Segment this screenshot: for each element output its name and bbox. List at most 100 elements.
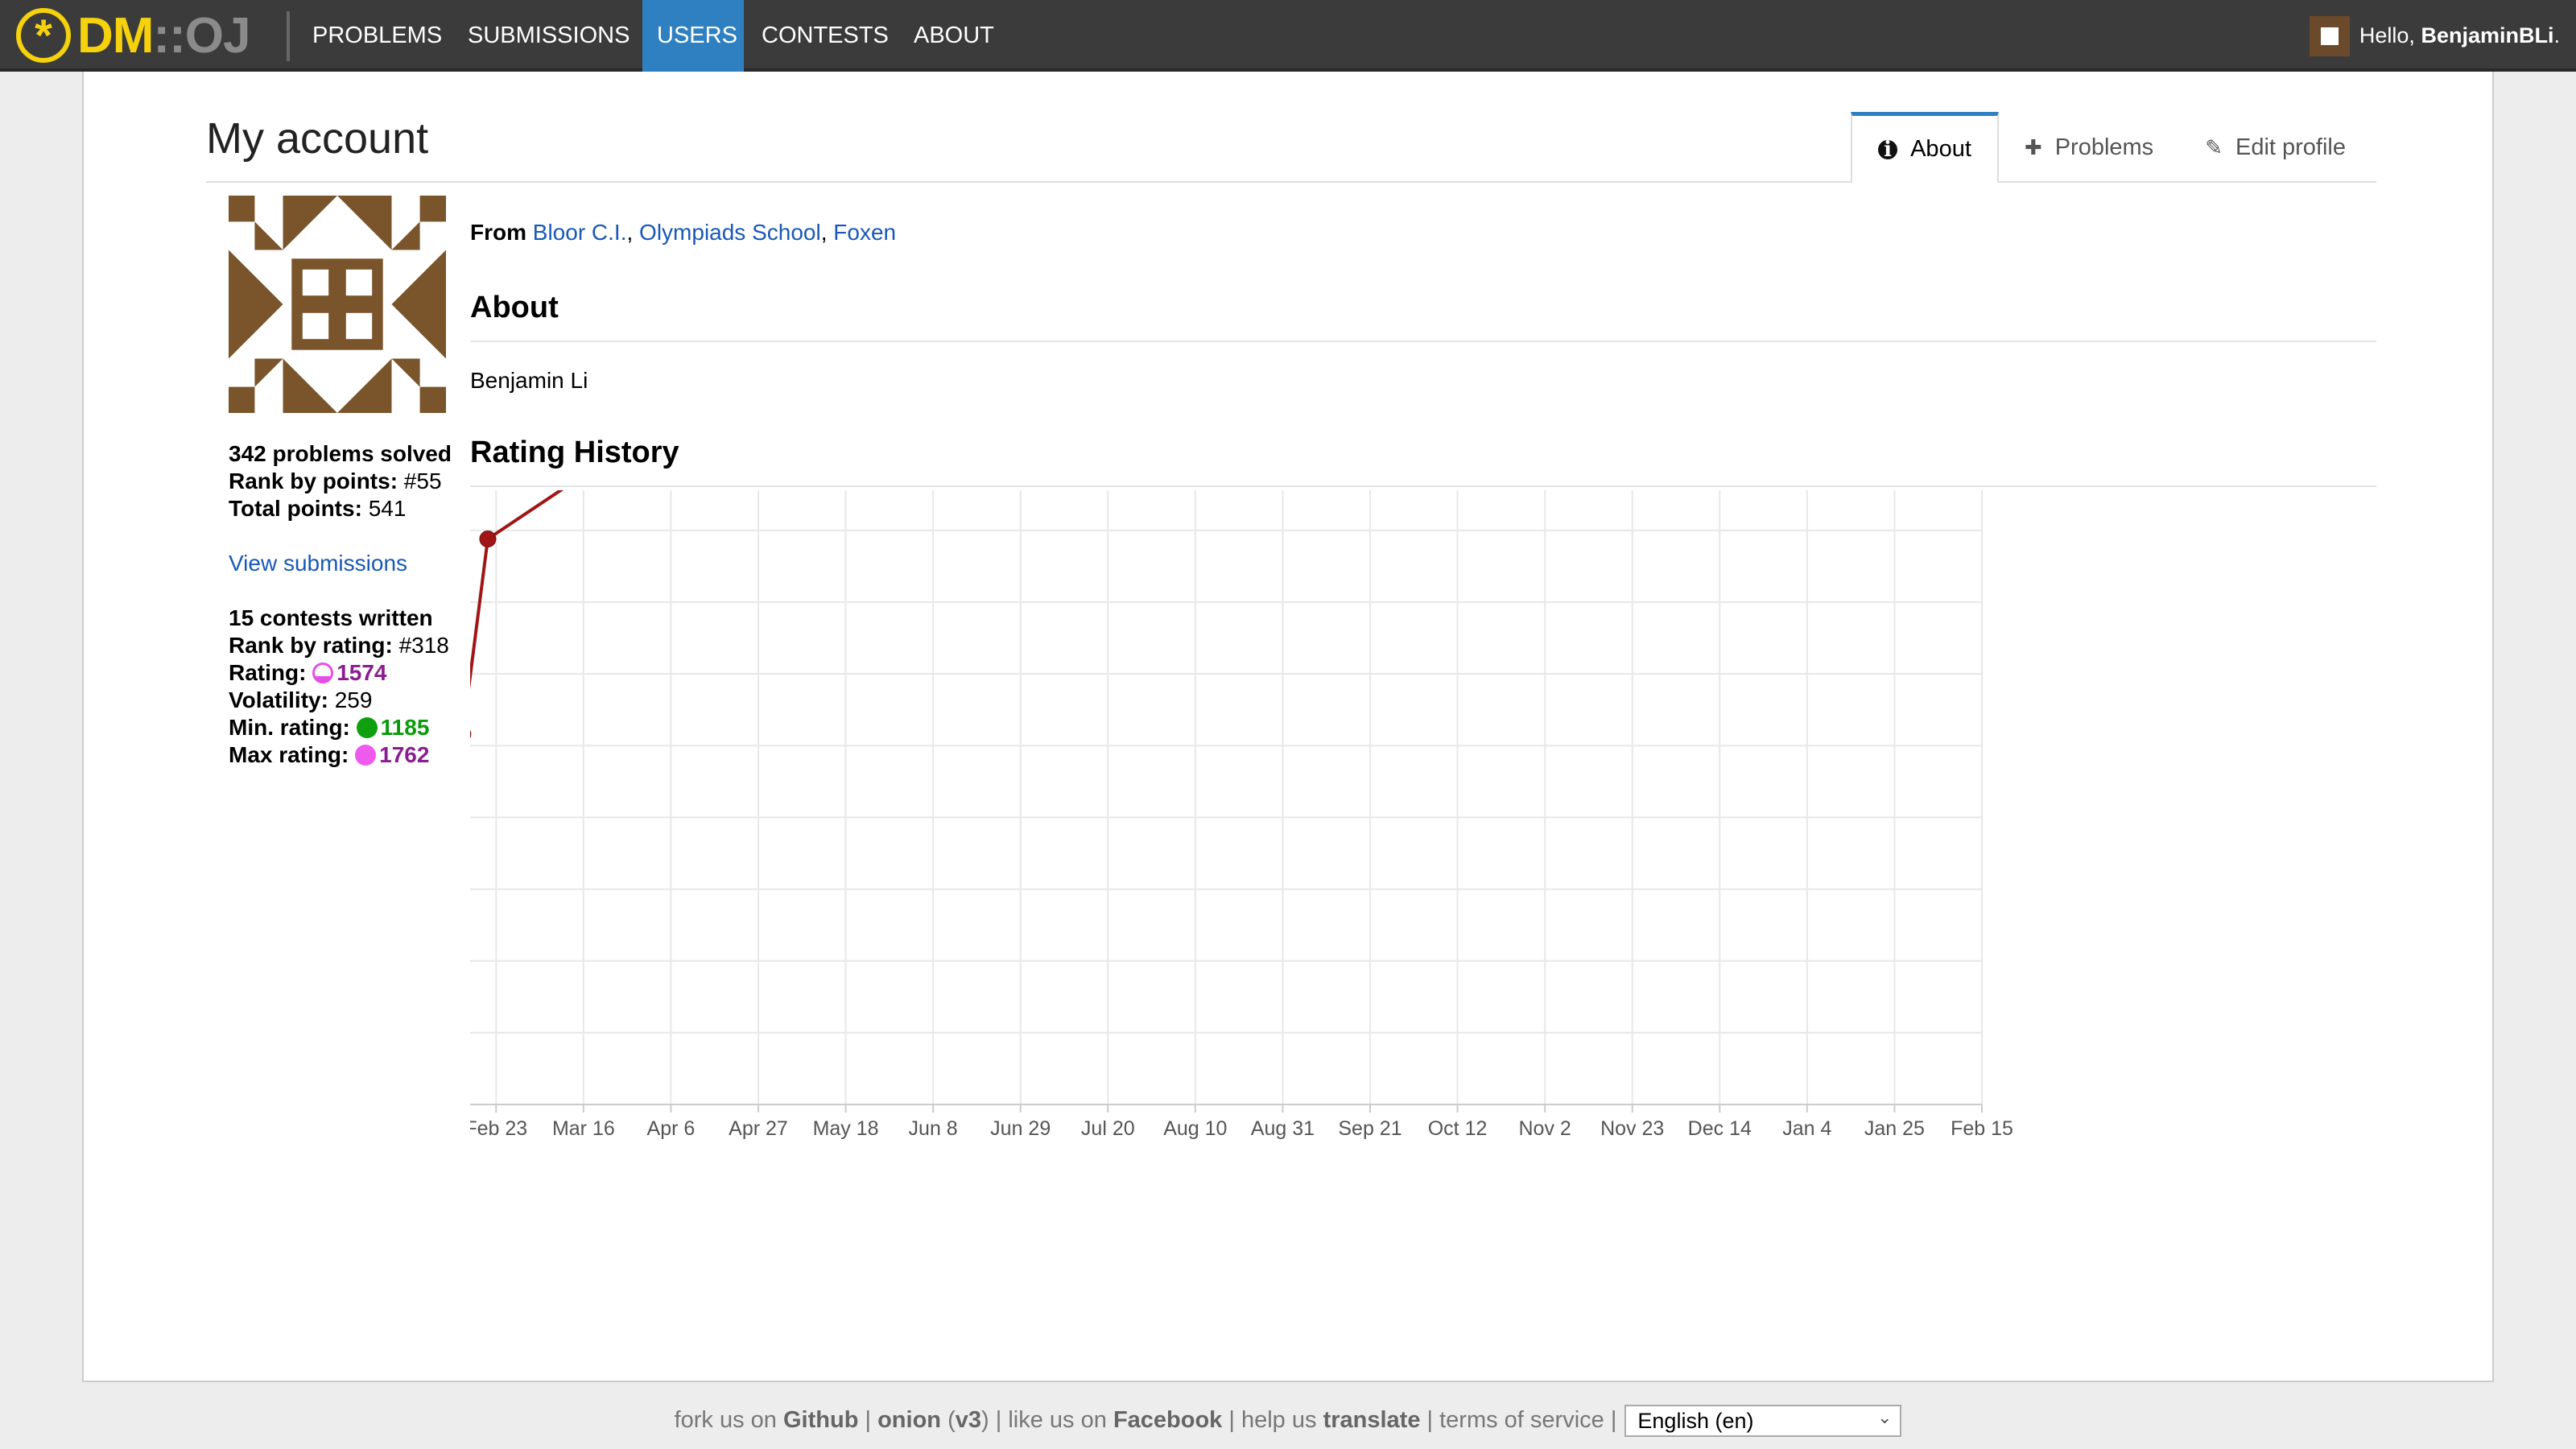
nav-divider [287,11,290,61]
total-points-value: 541 [368,496,407,521]
x-tick-label: Feb 15 [1951,1117,2013,1140]
about-text: Benjamin Li [470,368,588,393]
rating-value[interactable]: 1574 [336,660,386,685]
user-menu[interactable]: Hello, BenjaminBLi. [2309,0,2560,72]
logo-text-main: DM [77,7,154,64]
rating-history-heading: Rating History [470,436,679,469]
total-points: Total points: 541 [229,495,452,522]
rank-by-points: Rank by points: #55 [229,468,452,495]
org-link[interactable]: Olympiads School [639,220,821,245]
translate-link[interactable]: translate [1323,1407,1421,1434]
footer-separator: | [865,1407,872,1433]
volatility-label: Volatility: [229,687,328,712]
x-tick-label: Feb 23 [470,1117,527,1140]
rank-rating-label: Rank by rating: [229,633,393,658]
x-tick-label: Jun 29 [990,1117,1051,1140]
footer-fork-text: fork us on [674,1407,777,1433]
rating-divider [470,485,2376,487]
user-avatar-icon [2309,15,2350,56]
x-tick-label: Dec 14 [1688,1117,1752,1140]
rating-point [479,530,497,548]
rank-rating-value: #318 [398,633,449,658]
nav-users[interactable]: USERS [642,0,744,72]
view-submissions-link[interactable]: View submissions [229,551,407,576]
max-rating-value[interactable]: 1762 [379,742,429,767]
contests-written-text: 15 contests written [229,605,433,630]
nav-problems[interactable]: PROBLEMS [298,0,456,72]
footer-separator: | [995,1407,1002,1433]
profile-tabs: i About ✚ Problems ✎ Edit profile [1851,112,2372,183]
main-container: My account i About ✚ Problems ✎ Edit pro… [82,72,2494,1381]
language-select[interactable]: English (en) [1624,1403,1902,1437]
x-tick-label: Nov 2 [1518,1117,1571,1140]
version-open: ( [947,1407,956,1433]
total-points-label: Total points: [229,496,362,521]
profile-stats: 342 problems solved Rank by points: #55 … [229,440,452,769]
puzzle-icon: ✚ [2024,134,2042,159]
x-tick-label: Apr 27 [729,1117,788,1140]
x-tick-label: Jul 20 [1081,1117,1135,1140]
footer-help-text: help us [1241,1407,1317,1433]
x-tick-label: Aug 10 [1163,1117,1227,1140]
organizations: From Bloor C.I., Olympiads School, Foxen [470,220,897,245]
nav-contests[interactable]: CONTESTS [747,0,903,72]
github-link[interactable]: Github [783,1407,858,1434]
tab-problems-label: Problems [2054,134,2154,160]
x-tick-label: Aug 31 [1251,1117,1315,1140]
x-tick-label: Jun 8 [909,1117,958,1140]
terms-link[interactable]: terms of service [1439,1407,1604,1434]
logo-text: DM::OJ [77,7,250,64]
version-link[interactable]: v3 [956,1407,981,1434]
volatility: Volatility: 259 [229,687,452,714]
tab-edit-profile[interactable]: ✎ Edit profile [2179,112,2372,183]
top-navbar: * DM::OJ PROBLEMS SUBMISSIONS USERS CONT… [0,0,2576,72]
org-link[interactable]: Bloor C.I. [533,220,627,245]
rating-history-chart: 1100115012001250130013501400145015001550… [470,490,2013,1140]
problems-solved-text: 342 problems solved [229,441,452,466]
x-tick-label: Jan 25 [1864,1117,1925,1140]
volatility-value: 259 [334,687,373,712]
rank-by-rating: Rank by rating: #318 [229,632,452,659]
x-tick-label: Nov 23 [1600,1117,1664,1140]
tab-about[interactable]: i About [1851,112,1999,183]
x-tick-label: May 18 [813,1117,879,1140]
logo-text-dim: ::OJ [153,7,250,64]
nav-submissions[interactable]: SUBMISSIONS [453,0,644,72]
max-rating: Max rating: 1762 [229,741,452,769]
site-logo[interactable]: * DM::OJ [16,6,250,64]
x-tick-label: Sep 21 [1338,1117,1402,1140]
rating-label: Rating: [229,660,307,685]
rating-point [470,729,472,739]
footer-separator: | [1426,1407,1434,1433]
org-link[interactable]: Foxen [833,220,896,245]
username: BenjaminBLi [2421,23,2554,47]
rating-badge-icon [312,663,334,683]
min-rating-value[interactable]: 1185 [381,715,430,740]
version-close: ) [981,1407,989,1433]
x-tick-label: Oct 12 [1428,1117,1488,1140]
facebook-link[interactable]: Facebook [1113,1407,1222,1434]
logo-asterisk-icon: * [16,8,71,63]
problems-solved: 342 problems solved [229,440,452,468]
max-rating-label: Max rating: [229,742,349,767]
x-tick-label: Apr 6 [647,1117,696,1140]
rank-points-value: #55 [403,469,442,493]
hello-suffix: . [2553,23,2560,47]
rating-line [470,490,564,690]
footer: fork us on Github | onion (v3) | like us… [82,1381,2494,1449]
onion-link[interactable]: onion [877,1407,941,1434]
contests-written: 15 contests written [229,605,452,632]
user-identicon [229,196,446,413]
max-rating-badge-icon [355,745,377,766]
hello-text: Hello, [2359,23,2415,47]
tab-problems[interactable]: ✚ Problems [1999,112,2179,183]
edit-icon: ✎ [2205,134,2223,159]
about-heading: About [470,291,559,324]
rank-points-label: Rank by points: [229,469,398,493]
nav-about[interactable]: ABOUT [899,0,1009,72]
footer-like-text: like us on [1008,1407,1107,1433]
min-rating: Min. rating: 1185 [229,714,452,741]
about-divider [470,341,2376,342]
min-rating-label: Min. rating: [229,715,350,740]
x-tick-label: Jan 4 [1782,1117,1831,1140]
